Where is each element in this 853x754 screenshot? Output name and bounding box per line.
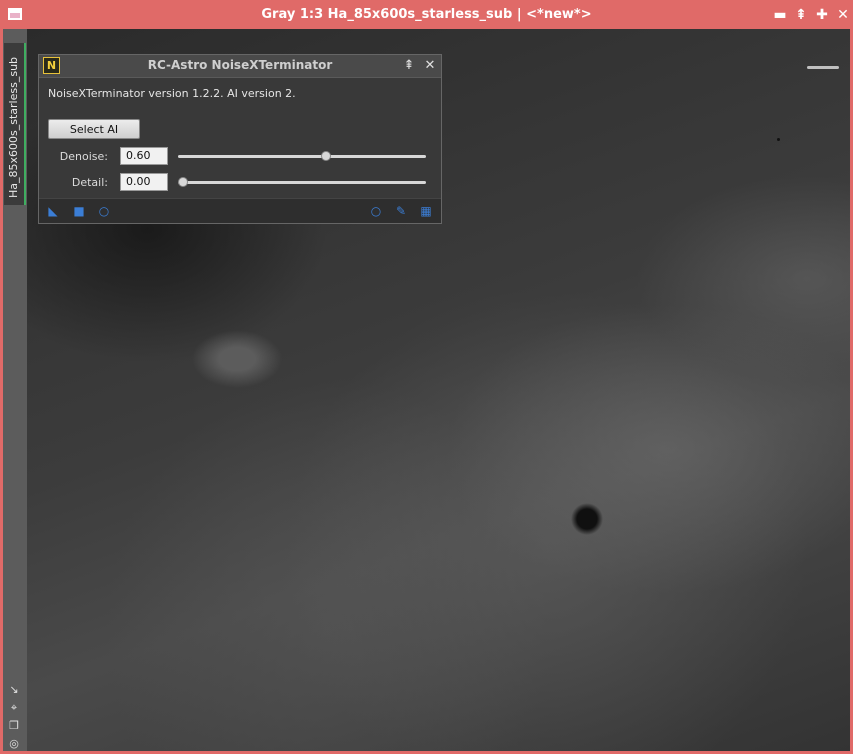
detail-slider-track[interactable] [178, 181, 426, 184]
image-tab-label: Ha_85x600s_starless_sub [7, 56, 20, 198]
left-tab-strip: Ha_85x600s_starless_sub ↘ ⌖ ❐ ◎ [3, 29, 27, 751]
image-streak [807, 66, 839, 69]
window-titlebar[interactable]: Gray 1:3 Ha_85x600s_starless_sub | <*new… [3, 3, 850, 29]
reset-icon[interactable]: ▦ [419, 204, 433, 218]
minimize-icon[interactable]: ▬ [772, 7, 788, 23]
image-speck [777, 138, 780, 141]
browse-doc-icon[interactable]: ○ [369, 204, 383, 218]
image-tab[interactable]: Ha_85x600s_starless_sub [4, 43, 26, 205]
dialog-body: NoiseXTerminator version 1.2.2. AI versi… [39, 78, 441, 198]
clone-icon[interactable]: ❐ [7, 719, 21, 733]
dialog-title: RC-Astro NoiseXTerminator [147, 58, 333, 72]
close-icon[interactable]: ✕ [835, 7, 851, 23]
window-title: Gray 1:3 Ha_85x600s_starless_sub | <*new… [261, 7, 592, 22]
detail-label: Detail: [71, 176, 108, 189]
dialog-titlebar[interactable]: N RC-Astro NoiseXTerminator ⇞ ✕ [39, 55, 441, 78]
detail-slider-handle[interactable] [178, 177, 188, 187]
edit-instance-icon[interactable]: ✎ [394, 204, 408, 218]
resize-arrow-icon[interactable]: ↘ [7, 683, 21, 697]
dialog-footer: ◣ ■ ○ ○ ✎ ▦ [39, 198, 441, 223]
denoise-slider-track[interactable] [178, 155, 426, 158]
version-text: NoiseXTerminator version 1.2.2. AI versi… [48, 87, 296, 100]
denoise-input[interactable]: 0.60 [120, 147, 168, 165]
maximize-icon[interactable]: ✚ [814, 7, 830, 23]
dialog-close-icon[interactable]: ✕ [422, 58, 438, 74]
denoise-slider-handle[interactable] [320, 151, 331, 161]
target-icon[interactable]: ◎ [7, 737, 21, 751]
new-instance-icon[interactable]: ◣ [46, 204, 60, 218]
dialog-shade-icon[interactable]: ⇞ [401, 58, 417, 74]
shade-icon[interactable]: ⇞ [793, 7, 809, 23]
noisexterminator-dialog: N RC-Astro NoiseXTerminator ⇞ ✕ NoiseXTe… [38, 54, 442, 224]
select-ai-button[interactable]: Select AI [48, 119, 140, 139]
crosshair-icon[interactable]: ⌖ [7, 701, 21, 715]
detail-input[interactable]: 0.00 [120, 173, 168, 191]
apply-global-icon[interactable]: ○ [97, 204, 111, 218]
denoise-label: Denoise: [59, 150, 108, 163]
apply-icon[interactable]: ■ [72, 204, 86, 218]
